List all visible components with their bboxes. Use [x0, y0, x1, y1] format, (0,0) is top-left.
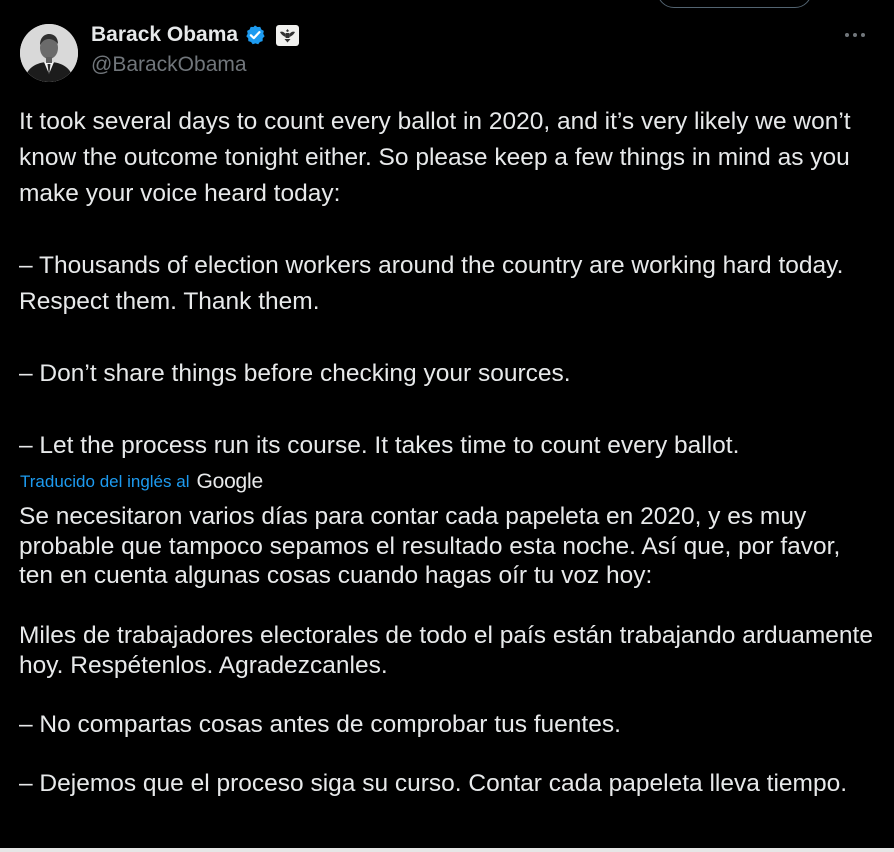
- us-seal-icon[interactable]: [276, 24, 300, 46]
- verified-badge-icon[interactable]: [244, 24, 266, 46]
- translated-text: Se necesitaron varios días para contar c…: [19, 503, 873, 798]
- avatar[interactable]: [20, 24, 78, 82]
- profile-photo: [20, 24, 78, 82]
- author-name-row: Barack Obama: [91, 22, 300, 48]
- more-options-button[interactable]: [840, 22, 870, 48]
- author-handle[interactable]: @BarackObama: [91, 53, 247, 77]
- tweet-text: It took several days to count every ball…: [19, 108, 851, 459]
- google-logo: Google: [196, 470, 263, 493]
- top-pill-button[interactable]: [657, 0, 812, 8]
- more-horizontal-icon: [845, 33, 865, 37]
- translated-by-label[interactable]: Traducido del inglés al: [20, 472, 189, 492]
- translation-attribution: Traducido del inglés al Google: [20, 468, 263, 496]
- author-display-name[interactable]: Barack Obama: [91, 23, 238, 47]
- bottom-edge: [0, 848, 894, 852]
